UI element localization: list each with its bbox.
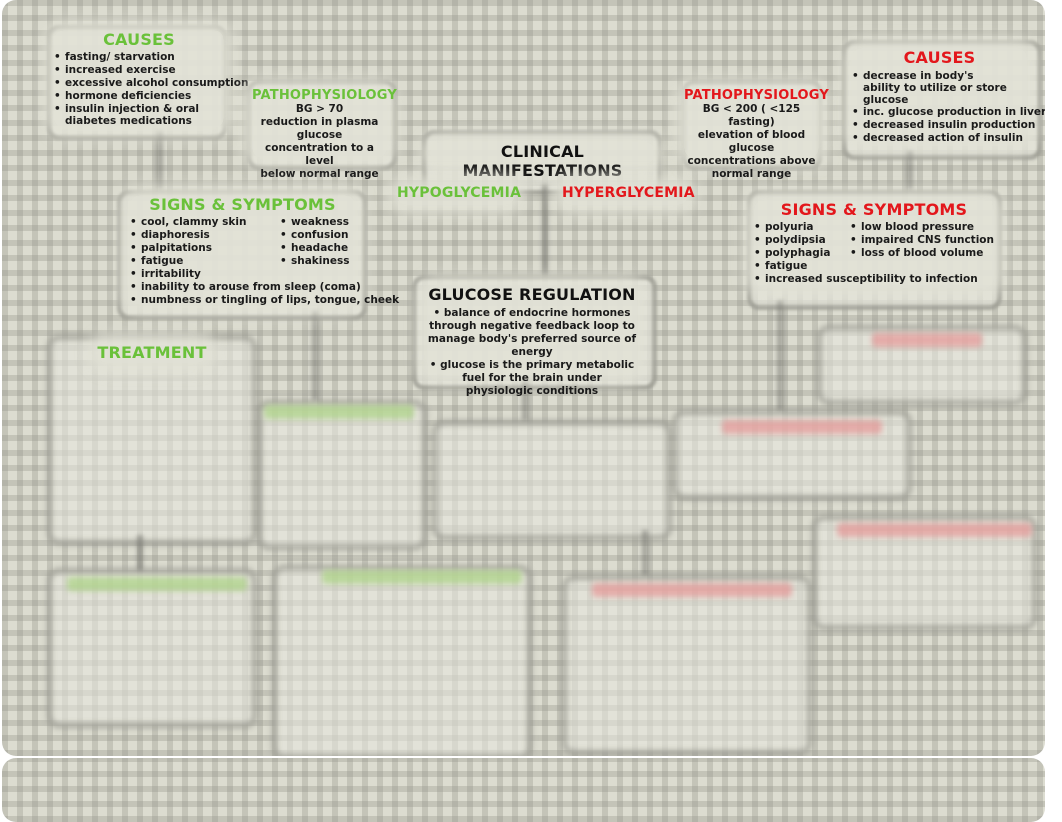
glucose-bullet: • glucose is the primary metabolic fuel … <box>429 359 635 397</box>
list-item: cool, clammy skin <box>130 216 280 229</box>
hidden-heading <box>837 523 1032 537</box>
bullet-text: glucose is the primary metabolic fuel fo… <box>440 359 635 397</box>
connector-line <box>137 535 143 570</box>
map-box <box>432 420 672 540</box>
connector-line <box>542 185 548 275</box>
text-line: concentrations above <box>687 155 816 167</box>
list-item: polyuria <box>754 221 850 234</box>
hypo-causes-list: fasting/ starvation increased exercise e… <box>54 51 248 127</box>
map-title: CLINICAL MANIFESTATIONS <box>462 142 623 180</box>
map-box <box>562 575 812 755</box>
treatment-heading: TREATMENT <box>97 343 207 362</box>
hidden-heading <box>592 583 792 597</box>
text-line: elevation of blood glucose <box>697 129 806 154</box>
document-page-1: CAUSES fasting/ starvation increased exe… <box>2 0 1045 756</box>
list-item: diaphoresis <box>130 229 280 242</box>
list-item: polydipsia <box>754 234 850 247</box>
list-item: headache <box>280 242 350 255</box>
list-item: loss of blood volume <box>850 247 994 260</box>
map-box <box>47 568 257 728</box>
list-item: hormone deficiencies <box>54 90 224 103</box>
hyper-causes-list: decrease in body's ability to utilize or… <box>852 70 1045 145</box>
hypo-signs-heading: SIGNS & SYMPTOMS <box>149 195 336 214</box>
list-item: irritability <box>130 268 355 281</box>
list-item: fatigue <box>754 260 850 273</box>
hyper-pathophysiology-heading: PATHOPHYSIOLOGY <box>684 88 829 103</box>
glucose-regulation-card: GLUCOSE REGULATION • balance of endocrin… <box>427 285 637 397</box>
hyper-bg-value: BG < 200 ( <125 fasting) <box>702 103 801 128</box>
connector-line <box>777 300 783 410</box>
hyper-pathophysiology-card: PATHOPHYSIOLOGY BG < 200 ( <125 fasting)… <box>684 88 829 180</box>
connector-line <box>907 150 913 190</box>
text-line: normal range <box>711 168 792 180</box>
text-line: reduction in plasma glucose <box>260 116 379 141</box>
hyperglycemia-label: HYPERGLYCEMIA <box>562 185 695 201</box>
hyper-signs-columns: polyuria polydipsia polyphagia fatigue l… <box>754 221 994 273</box>
hyper-causes-heading: CAUSES <box>903 48 976 67</box>
list-item: palpitations <box>130 242 280 255</box>
bullet-text: balance of endocrine hormones through ne… <box>427 307 637 358</box>
list-item: shakiness <box>280 255 350 268</box>
hyper-signs-heading: SIGNS & SYMPTOMS <box>780 200 968 219</box>
list-item: decreased insulin production <box>852 119 1035 132</box>
glucose-regulation-heading: GLUCOSE REGULATION <box>428 285 636 304</box>
hyper-signs-col1: polyuria polydipsia polyphagia fatigue <box>754 221 850 273</box>
hyper-causes-card: CAUSES decrease in body's ability to uti… <box>852 48 1045 145</box>
hypo-causes-heading: CAUSES <box>103 30 175 49</box>
hidden-heading <box>722 420 882 434</box>
hypo-signs-columns: cool, clammy skin diaphoresis palpitatio… <box>130 216 355 268</box>
hyper-signs-card: SIGNS & SYMPTOMS polyuria polydipsia pol… <box>754 200 994 288</box>
hypo-signs-card: SIGNS & SYMPTOMS cool, clammy skin diaph… <box>130 195 399 307</box>
connector-line <box>312 310 318 400</box>
hidden-heading <box>264 405 414 419</box>
map-box <box>257 400 427 550</box>
text-line: below normal range <box>260 168 379 180</box>
map-box <box>47 335 257 545</box>
list-item: impaired CNS function <box>850 234 994 247</box>
list-item: inability to arouse from sleep (coma) <box>130 281 361 294</box>
glucose-bullet: • balance of endocrine hormones through … <box>427 307 637 358</box>
list-item: weakness <box>280 216 350 229</box>
list-item: increased exercise <box>54 64 224 77</box>
treatment-card: TREATMENT <box>97 343 207 363</box>
hypo-signs-full: irritability inability to arouse from sl… <box>130 268 399 307</box>
hidden-heading <box>67 577 247 591</box>
hypo-signs-col1: cool, clammy skin diaphoresis palpitatio… <box>130 216 280 268</box>
list-item: confusion <box>280 229 350 242</box>
list-item: fasting/ starvation <box>54 51 224 64</box>
hypoglycemia-card: HYPOGLYCEMIA <box>397 185 522 205</box>
list-item: inc. glucose production in liver <box>852 106 1045 119</box>
hypo-pathophysiology-heading: PATHOPHYSIOLOGY <box>252 88 397 103</box>
hyper-signs-col2: low blood pressure impaired CNS function… <box>850 221 994 273</box>
hypo-causes-card: CAUSES fasting/ starvation increased exe… <box>54 30 248 128</box>
list-item: fatigue <box>130 255 280 268</box>
list-item: excessive alcohol consumption <box>54 77 248 90</box>
map-box <box>272 565 532 756</box>
document-page-2 <box>2 758 1045 822</box>
hypoglycemia-label: HYPOGLYCEMIA <box>397 185 522 201</box>
hypo-signs-col2: weakness confusion headache shakiness <box>280 216 350 268</box>
hidden-heading <box>872 333 982 347</box>
hypo-bg-value: BG > 70 <box>295 103 344 115</box>
list-item: low blood pressure <box>850 221 994 234</box>
list-item: decrease in body's ability to utilize or… <box>852 70 1013 106</box>
list-item: increased susceptibility to infection <box>754 273 994 286</box>
text-line: concentration to a level <box>265 142 374 167</box>
hyper-signs-full: increased susceptibility to infection <box>754 273 994 286</box>
connector-line <box>157 130 163 190</box>
hyperglycemia-card: HYPERGLYCEMIA <box>562 185 695 205</box>
list-item: polyphagia <box>754 247 850 260</box>
list-item: numbness or tingling of lips, tongue, ch… <box>130 294 399 307</box>
title-card: CLINICAL MANIFESTATIONS <box>430 142 655 180</box>
hidden-heading <box>322 570 522 584</box>
hypo-pathophysiology-card: PATHOPHYSIOLOGY BG > 70 reduction in pla… <box>252 88 397 180</box>
list-item: decreased action of insulin <box>852 132 1027 145</box>
connector-line <box>642 530 648 575</box>
list-item: insulin injection & oral diabetes medica… <box>54 103 210 127</box>
